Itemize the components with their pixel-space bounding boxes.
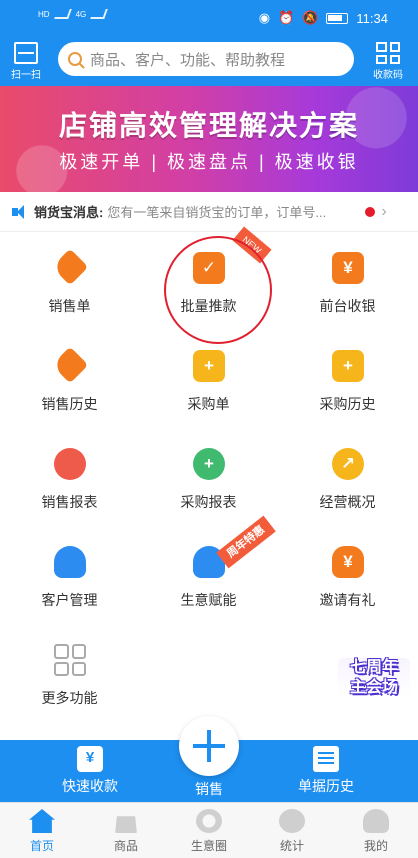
receipt-icon	[77, 746, 103, 772]
grid-item-label: 经营概况	[319, 494, 376, 510]
order-history-button[interactable]: 单据历史	[266, 746, 386, 796]
grid-item-label: 销售历史	[41, 396, 98, 412]
purchase-history-icon: +	[332, 350, 364, 382]
grid-item-front-cashier[interactable]: ¥ 前台收银	[278, 232, 417, 330]
qr-code-icon	[376, 42, 400, 64]
chevron-right-icon: ›	[381, 202, 387, 220]
grid-item-invite-gift[interactable]: ¥ 邀请有礼	[278, 526, 417, 624]
business-chart-icon: ↗	[332, 448, 364, 480]
tab-label: 商品	[113, 839, 138, 853]
order-history-label: 单据历史	[298, 778, 354, 794]
document-clock-icon	[313, 746, 339, 772]
grid-item-sales-history[interactable]: 销售历史	[0, 330, 139, 428]
hd-label: HD	[38, 9, 50, 19]
grid-item-label: 生意赋能	[180, 592, 237, 608]
banner-title: 店铺高效管理解决方案	[58, 110, 359, 141]
notice-bar[interactable]: 销货宝消息: 您有一笔来自销货宝的订单，订单号... ›	[0, 192, 418, 232]
cashier-icon: ¥	[332, 252, 364, 284]
eye-icon: ◉	[258, 10, 271, 25]
grid-item-label: 采购历史	[319, 396, 376, 412]
status-bar: HD 4G ◉ ⏰ 🔕 11:34	[0, 0, 418, 38]
grid-item-sales-order[interactable]: 销售单	[0, 232, 139, 330]
clock: 11:34	[356, 10, 388, 26]
grid-item-purchase-history[interactable]: + 采购历史	[278, 330, 417, 428]
tab-label: 统计	[279, 839, 304, 853]
bag-icon	[115, 816, 137, 833]
tab-mine[interactable]: 我的	[334, 809, 418, 854]
grid-item-more-functions[interactable]: 更多功能	[0, 624, 139, 722]
user-icon	[363, 809, 389, 833]
tab-statistics[interactable]: 统计	[250, 809, 334, 854]
grid-item-customer-management[interactable]: 客户管理	[0, 526, 139, 624]
unread-dot	[365, 206, 376, 217]
grid-item-label: 采购单	[187, 396, 230, 412]
grid-item-label: 采购报表	[180, 494, 237, 510]
search-icon	[68, 52, 82, 66]
scan-button[interactable]: 扫一扫	[8, 42, 44, 81]
top-header: 扫一扫 商品、客户、功能、帮助教程 收款码	[0, 38, 418, 86]
tag-icon	[51, 248, 89, 286]
banner-subtitle: 极速开单 | 极速盘点 | 极速收银	[59, 152, 359, 172]
grid-item-label: 邀请有礼	[319, 592, 376, 608]
grid-item-sales-report[interactable]: 销售报表	[0, 428, 139, 526]
tab-business-circle[interactable]: 生意圈	[167, 809, 251, 854]
battery-icon	[326, 12, 349, 24]
scan-icon	[14, 42, 38, 64]
circle-icon	[196, 809, 222, 833]
grid-item-purchase-report[interactable]: + 采购报表	[139, 428, 278, 526]
search-bar[interactable]: 商品、客户、功能、帮助教程	[58, 42, 354, 76]
gift-bag-icon: ¥	[332, 546, 364, 578]
grid-item-label: 销售报表	[41, 494, 98, 510]
alarm-icon: ⏰	[278, 10, 295, 25]
notice-title: 销货宝消息:	[34, 205, 104, 220]
tab-label: 我的	[363, 839, 388, 853]
grid-item-label: 客户管理	[41, 592, 98, 608]
promo-banner[interactable]: 店铺高效管理解决方案 极速开单 | 极速盘点 | 极速收银	[0, 86, 418, 192]
signal-indicators: HD 4G	[38, 9, 109, 19]
tag-history-icon	[51, 346, 89, 384]
network-label: 4G	[75, 9, 87, 19]
grid-item-purchase-order[interactable]: + 采购单	[139, 330, 278, 428]
grid-item-business-empower[interactable]: 周年特惠 生意赋能	[139, 515, 278, 624]
purchase-report-icon: +	[193, 448, 225, 480]
tab-products[interactable]: 商品	[84, 809, 168, 854]
signal-icon	[53, 9, 72, 19]
pie-chart-icon	[279, 809, 305, 833]
more-grid-icon	[54, 644, 86, 676]
grid-item-label: 更多功能	[41, 690, 98, 706]
tab-label: 首页	[29, 839, 54, 853]
speaker-icon	[12, 204, 26, 220]
bottom-tab-bar: 首页 商品 生意圈 统计 我的	[0, 802, 418, 858]
notice-message: 您有一笔来自销货宝的订单，订单号...	[107, 205, 327, 220]
purchase-bag-icon: +	[193, 350, 225, 382]
grid-item-label: 前台收银	[319, 298, 376, 314]
quick-receipt-label: 快速收款	[62, 778, 118, 794]
highlight-circle	[164, 236, 272, 344]
customer-icon	[54, 546, 86, 578]
new-sale-plus-button[interactable]	[179, 716, 239, 776]
signal-icon	[90, 9, 109, 19]
sale-label: 销售	[195, 781, 223, 797]
home-icon	[29, 809, 55, 833]
grid-item-label: 销售单	[48, 298, 91, 314]
mute-icon: 🔕	[302, 10, 319, 25]
anniversary-badge[interactable]: 七周年 主会场	[338, 658, 410, 698]
search-placeholder: 商品、客户、功能、帮助教程	[90, 51, 286, 69]
sales-report-icon	[54, 448, 86, 480]
tab-home[interactable]: 首页	[0, 809, 84, 854]
app-screen: HD 4G ◉ ⏰ 🔕 11:34 扫一扫 商品、客户、功能、帮助教程 收款码 …	[0, 0, 418, 858]
quick-receipt-button[interactable]: 快速收款	[30, 746, 150, 796]
scan-label: 扫一扫	[11, 70, 41, 81]
qr-code-button[interactable]: 收款码	[370, 42, 406, 81]
tab-label: 生意圈	[190, 839, 227, 853]
grid-item-business-overview[interactable]: ↗ 经营概况	[278, 428, 417, 526]
status-right: ◉ ⏰ 🔕 11:34	[259, 10, 388, 26]
qr-label: 收款码	[373, 70, 403, 81]
